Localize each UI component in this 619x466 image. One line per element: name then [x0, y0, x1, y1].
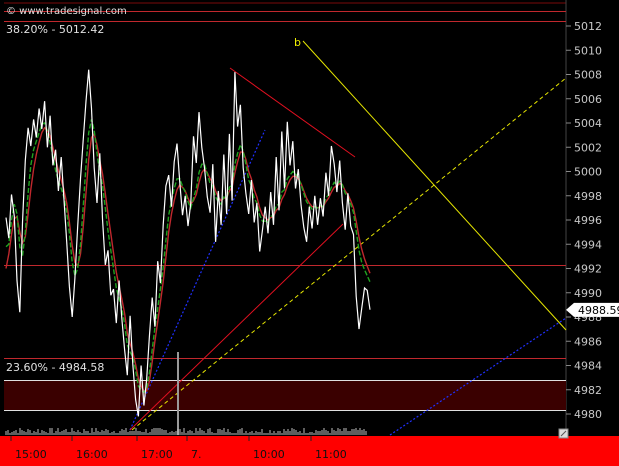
y-tick-label: 5012	[574, 20, 602, 33]
x-tick-label: 11:00	[315, 448, 347, 461]
y-tick-label: 5002	[574, 141, 602, 154]
x-tick-label: 16:00	[76, 448, 108, 461]
y-tick-label: 4980	[574, 408, 602, 421]
x-tick-label: 7.	[191, 448, 202, 461]
y-tick-label: 4992	[574, 263, 602, 276]
y-tick-label: 4986	[574, 335, 602, 348]
y-tick-label: 5000	[574, 166, 602, 179]
price-chart: © www.tradesignal.com 38.20% - 5012.42 2…	[0, 0, 619, 466]
last-price-marker: 4988.59	[566, 302, 619, 317]
wave-label: b	[294, 36, 301, 49]
y-tick-label: 5008	[574, 69, 602, 82]
y-tick-label: 4994	[574, 238, 602, 251]
x-tick-label: 17:00	[141, 448, 173, 461]
y-tick-label: 4982	[574, 384, 602, 397]
support-band	[4, 380, 566, 411]
watermark: © www.tradesignal.com	[6, 6, 127, 17]
y-tick-label: 5006	[574, 93, 602, 106]
y-tick-label: 4998	[574, 190, 602, 203]
resize-corner-icon[interactable]	[558, 428, 569, 439]
x-tick-label: 15:00	[15, 448, 47, 461]
y-tick-label: 4996	[574, 214, 602, 227]
y-tick-label: 5004	[574, 117, 602, 130]
x-tick-label: 10:00	[253, 448, 285, 461]
fib-label-bottom: 23.60% - 4984.58	[6, 361, 104, 374]
y-tick-label: 5010	[574, 44, 602, 57]
y-tick-label: 4984	[574, 360, 602, 373]
y-tick-label: 4990	[574, 287, 602, 300]
last-price-value: 4988.59	[578, 304, 619, 317]
fib-label-top: 38.20% - 5012.42	[6, 23, 104, 36]
